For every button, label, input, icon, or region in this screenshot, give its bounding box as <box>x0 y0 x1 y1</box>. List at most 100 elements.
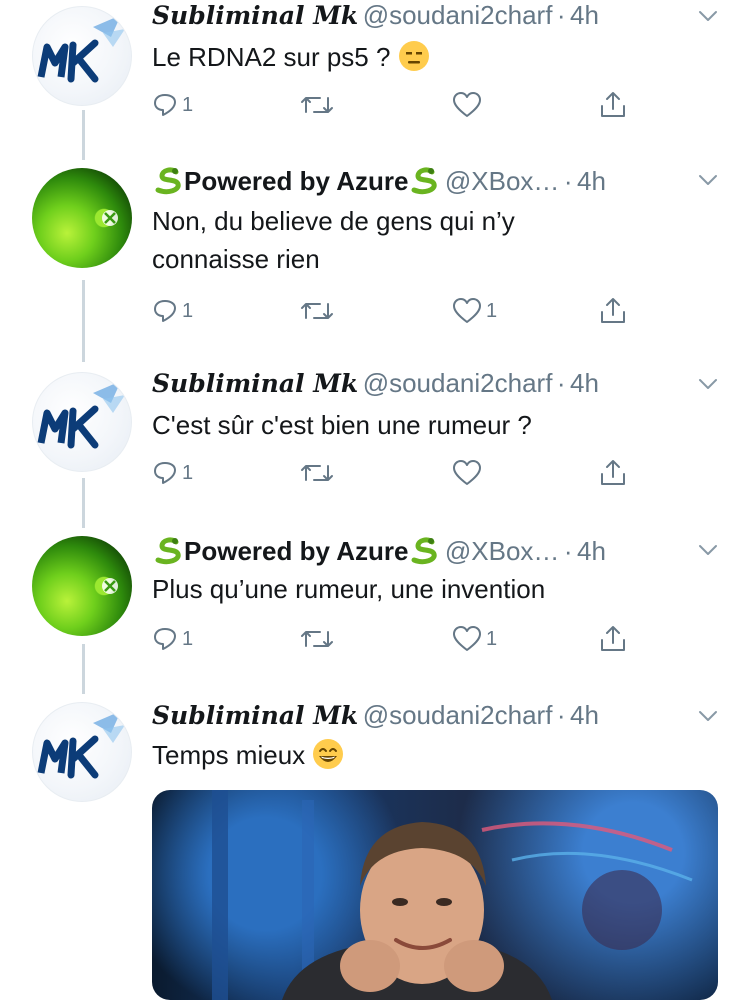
author-handle[interactable]: @XBox… <box>445 536 560 566</box>
snake-icon <box>155 167 181 195</box>
chevron-down-icon[interactable] <box>696 538 720 562</box>
separator-dot: · <box>556 368 566 398</box>
tweet-media-image[interactable] <box>152 790 718 1000</box>
tweet[interactable]: Subliminal Mk @soudani2charf · 4h C'est … <box>0 368 750 508</box>
tweet-body: Le RDNA2 sur ps5 ? <box>152 42 391 72</box>
author-name[interactable]: Subliminal Mk <box>152 369 358 398</box>
reply-button[interactable]: 1 <box>152 88 193 122</box>
reply-button[interactable]: 1 <box>152 294 193 328</box>
mk-logo-icon <box>37 15 125 83</box>
like-button[interactable] <box>452 456 486 490</box>
retweet-icon <box>301 631 333 647</box>
author-name[interactable]: Powered by Azure <box>184 536 408 566</box>
author-name[interactable]: Subliminal Mk <box>152 1 358 30</box>
share-button[interactable] <box>598 456 628 490</box>
gif-image <box>212 790 693 1000</box>
author-handle[interactable]: @XBox… <box>445 166 560 196</box>
reply-count: 1 <box>182 93 194 116</box>
tweet-text: Plus qu’une rumeur, une invention <box>152 574 546 604</box>
heart-icon <box>453 92 481 117</box>
share-icon <box>601 92 625 117</box>
separator-dot: · <box>556 0 566 30</box>
retweet-button[interactable] <box>300 456 338 490</box>
timestamp[interactable]: 4h <box>570 0 599 30</box>
share-icon <box>601 626 625 651</box>
separator-dot: · <box>563 166 573 196</box>
avatar[interactable] <box>32 536 132 636</box>
tweet-text: Temps mieux <box>152 736 710 774</box>
xbox-logo-icon <box>102 578 118 594</box>
snake-icon <box>411 167 438 195</box>
heart-icon <box>453 298 481 323</box>
like-button[interactable]: 1 <box>452 622 497 656</box>
reply-button[interactable]: 1 <box>152 456 193 490</box>
reply-button[interactable]: 1 <box>152 622 193 656</box>
tweet-body: Temps mieux <box>152 740 306 770</box>
chevron-down-icon[interactable] <box>696 372 720 396</box>
like-button[interactable] <box>452 88 486 122</box>
separator-dot: · <box>556 700 566 730</box>
reply-count: 1 <box>182 461 194 484</box>
like-button[interactable]: 1 <box>452 294 497 328</box>
chevron-down-icon[interactable] <box>696 704 720 728</box>
tweet-header: Subliminal Mk @soudani2charf · 4h <box>152 700 720 736</box>
tweet-actions: 1 1 <box>152 294 652 328</box>
like-count: 1 <box>486 299 498 322</box>
retweet-button[interactable] <box>300 88 338 122</box>
heart-icon <box>453 626 481 651</box>
grinning-face-with-smiling-eyes-icon <box>313 739 344 769</box>
chevron-down-icon[interactable] <box>696 4 720 28</box>
timestamp[interactable]: 4h <box>577 166 606 196</box>
tweet-actions: 1 <box>152 456 652 490</box>
avatar[interactable] <box>32 168 132 268</box>
tweet-header: Subliminal Mk @soudani2charf · 4h <box>152 368 720 404</box>
avatar[interactable] <box>32 372 132 472</box>
retweet-button[interactable] <box>300 622 338 656</box>
timestamp[interactable]: 4h <box>570 368 599 398</box>
timestamp[interactable]: 4h <box>570 700 599 730</box>
share-button[interactable] <box>598 294 628 328</box>
xbox-logo-icon <box>102 210 118 226</box>
mk-logo-icon <box>37 381 125 449</box>
share-icon <box>601 460 625 485</box>
tweet-header: Powered by Azure @XBox… · 4h <box>152 164 720 200</box>
retweet-button[interactable] <box>300 294 338 328</box>
heart-icon <box>453 460 481 485</box>
avatar[interactable] <box>32 6 132 106</box>
author-name[interactable]: Powered by Azure <box>184 166 408 196</box>
tweet-text: C'est sûr c'est bien une rumeur ? <box>152 410 532 440</box>
author-name[interactable]: Subliminal Mk <box>152 701 358 730</box>
share-icon <box>601 298 625 323</box>
author-handle[interactable]: @soudani2charf <box>363 0 553 30</box>
retweet-icon <box>301 97 333 113</box>
retweet-icon <box>301 303 333 319</box>
tweet-text: Le RDNA2 sur ps5 ? <box>152 38 710 76</box>
reply-icon <box>154 462 176 484</box>
retweet-icon <box>301 465 333 481</box>
share-button[interactable] <box>598 622 628 656</box>
author-handle[interactable]: @soudani2charf <box>363 700 553 730</box>
reply-icon <box>154 94 176 116</box>
author-handle[interactable]: @soudani2charf <box>363 368 553 398</box>
expressionless-face-icon <box>398 41 429 71</box>
tweet-actions: 1 <box>152 88 652 122</box>
snake-icon <box>155 537 181 565</box>
tweet[interactable]: Subliminal Mk @soudani2charf · 4h Le RDN… <box>0 0 750 140</box>
avatar[interactable] <box>32 702 132 802</box>
share-button[interactable] <box>598 88 628 122</box>
tweet-header: Subliminal Mk @soudani2charf · 4h <box>152 0 720 36</box>
tweet[interactable]: Powered by Azure @XBox… · 4h Non, du bel… <box>0 164 750 344</box>
separator-dot: · <box>563 536 573 566</box>
timestamp[interactable]: 4h <box>577 536 606 566</box>
tweet-header: Powered by Azure @XBox… · 4h <box>152 534 720 570</box>
like-count: 1 <box>486 627 498 650</box>
reply-icon <box>154 300 176 322</box>
tweet[interactable]: Powered by Azure @XBox… · 4h Plus qu’une… <box>0 534 750 674</box>
reply-icon <box>154 628 176 650</box>
reply-count: 1 <box>182 627 194 650</box>
snake-icon <box>411 537 438 565</box>
tweet-text: Non, du believe de gens qui n’y connaiss… <box>152 206 515 274</box>
chevron-down-icon[interactable] <box>696 168 720 192</box>
tweet-actions: 1 1 <box>152 622 652 656</box>
reply-count: 1 <box>182 299 194 322</box>
